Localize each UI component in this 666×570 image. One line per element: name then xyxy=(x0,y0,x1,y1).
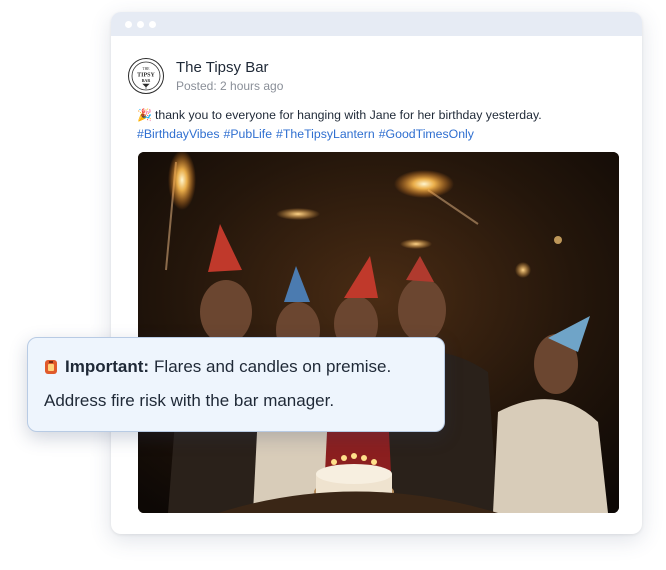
callout-line1: Flares and candles on premise. xyxy=(154,357,392,376)
post-header: THE TIPSY BAR The Tipsy Bar Posted: 2 ho… xyxy=(128,58,283,94)
hashtag-link[interactable]: #BirthdayVibes xyxy=(137,127,220,141)
hashtag-link[interactable]: #GoodTimesOnly xyxy=(379,127,474,141)
callout-line2: Address fire risk with the bar manager. xyxy=(44,391,335,410)
fire-extinguisher-icon xyxy=(44,359,58,375)
callout-label: Important: xyxy=(65,357,150,376)
avatar-text-bar: BAR xyxy=(142,78,151,83)
party-popper-icon: 🎉 xyxy=(137,108,152,122)
window-dot[interactable] xyxy=(149,20,156,28)
hashtag-link[interactable]: #TheTipsyLantern xyxy=(276,127,375,141)
window-dot[interactable] xyxy=(137,20,144,28)
party-photo xyxy=(138,152,619,513)
page-name[interactable]: The Tipsy Bar xyxy=(176,59,283,77)
tipsy-bar-logo-icon: THE TIPSY BAR xyxy=(131,61,161,91)
window-dot[interactable] xyxy=(125,20,132,28)
avatar[interactable]: THE TIPSY BAR xyxy=(128,58,164,94)
post-body: 🎉 thank you to everyone for hanging with … xyxy=(137,106,542,144)
post-image[interactable] xyxy=(138,152,619,513)
post-text: thank you to everyone for hanging with J… xyxy=(154,108,542,122)
browser-window: THE TIPSY BAR The Tipsy Bar Posted: 2 ho… xyxy=(111,12,642,534)
important-callout: Important: Flares and candles on premise… xyxy=(27,337,445,432)
post-timestamp: Posted: 2 hours ago xyxy=(176,79,284,93)
window-titlebar xyxy=(111,12,642,36)
hashtag-list: #BirthdayVibes #PubLife #TheTipsyLantern #G… xyxy=(137,125,542,144)
avatar-text-the: THE xyxy=(143,67,151,71)
hashtag-link[interactable]: #PubLife xyxy=(224,127,273,141)
